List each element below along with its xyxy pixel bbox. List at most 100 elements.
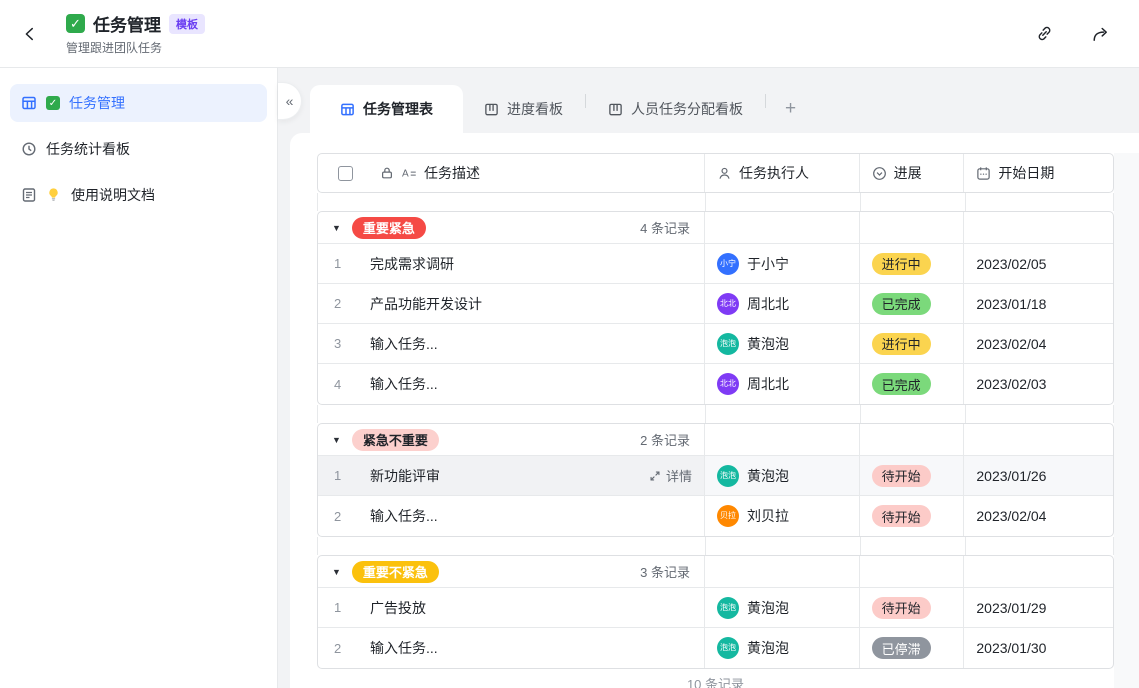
assignee-cell[interactable]: 泡泡黄泡泡 bbox=[705, 324, 860, 363]
column-progress[interactable]: 进展 bbox=[860, 154, 965, 192]
page-title: 任务管理 bbox=[93, 11, 161, 36]
avatar: 北北 bbox=[717, 293, 739, 315]
group-badge: 重要不紧急 bbox=[352, 561, 439, 583]
status-badge: 待开始 bbox=[872, 465, 931, 487]
column-assignee[interactable]: 任务执行人 bbox=[705, 154, 860, 192]
row-number: 2 bbox=[334, 296, 356, 311]
tab-separator bbox=[765, 94, 766, 108]
group-count: 4 条记录 bbox=[640, 218, 704, 237]
detail-expand-link[interactable]: 详情 bbox=[649, 466, 704, 485]
date-cell[interactable]: 2023/01/18 bbox=[964, 284, 1113, 323]
page-subtitle: 管理跟进团队任务 bbox=[66, 39, 205, 56]
status-cell[interactable]: 已停滞 bbox=[860, 628, 965, 668]
column-start-date[interactable]: 开始日期 bbox=[964, 154, 1113, 192]
table-row[interactable]: 3输入任务... 泡泡黄泡泡 进行中 2023/02/04 bbox=[318, 324, 1113, 364]
kanban-icon bbox=[608, 102, 623, 117]
assignee-name: 黄泡泡 bbox=[747, 598, 789, 618]
sidebar-item-label: 任务管理 bbox=[69, 93, 125, 113]
copy-link-button[interactable] bbox=[1033, 23, 1055, 45]
assignee-cell[interactable]: 北北周北北 bbox=[705, 284, 860, 323]
row-number: 1 bbox=[334, 600, 356, 615]
status-badge: 进行中 bbox=[872, 333, 931, 355]
tab-separator bbox=[585, 94, 586, 108]
table-row[interactable]: 1广告投放 泡泡黄泡泡 待开始 2023/01/29 bbox=[318, 588, 1113, 628]
status-badge: 已停滞 bbox=[872, 637, 931, 659]
table-row[interactable]: 4输入任务... 北北周北北 已完成 2023/02/03 bbox=[318, 364, 1113, 404]
date-value: 2023/01/29 bbox=[976, 600, 1046, 616]
status-badge: 已完成 bbox=[872, 293, 931, 315]
tab-progress-board[interactable]: 进度看板 bbox=[463, 85, 584, 133]
column-task-desc[interactable]: A 任务描述 bbox=[318, 154, 705, 192]
sidebar-item-usage-doc[interactable]: 使用说明文档 bbox=[10, 176, 267, 214]
assignee-cell[interactable]: 泡泡黄泡泡 bbox=[705, 588, 860, 627]
expand-icon bbox=[649, 470, 661, 482]
clock-icon bbox=[21, 141, 37, 157]
date-cell[interactable]: 2023/01/29 bbox=[964, 588, 1113, 627]
table-row[interactable]: 2产品功能开发设计 北北周北北 已完成 2023/01/18 bbox=[318, 284, 1113, 324]
date-cell[interactable]: 2023/01/26 bbox=[964, 456, 1113, 495]
date-value: 2023/01/18 bbox=[976, 296, 1046, 312]
avatar: 泡泡 bbox=[717, 597, 739, 619]
group-gap bbox=[317, 405, 1114, 423]
table-row[interactable]: 2输入任务... 贝拉刘贝拉 待开始 2023/02/04 bbox=[318, 496, 1113, 536]
table-row[interactable]: 1 完成需求调研 小宁于小宁 进行中 2023/02/05 bbox=[318, 244, 1113, 284]
view-tabbar: « 任务管理表 进度看板 bbox=[278, 68, 1139, 133]
single-select-icon bbox=[872, 166, 887, 181]
avatar: 泡泡 bbox=[717, 637, 739, 659]
check-emoji-icon: ✓ bbox=[46, 96, 60, 110]
sidebar-item-stats-dashboard[interactable]: 任务统计看板 bbox=[10, 130, 267, 168]
tab-label: 任务管理表 bbox=[363, 99, 433, 119]
table-row[interactable]: 1 新功能评审 详情 泡泡黄泡泡 待开始 2023/01/26 bbox=[318, 456, 1113, 496]
table-grid-icon bbox=[340, 102, 355, 117]
tab-label: 进度看板 bbox=[507, 99, 563, 119]
row-number: 1 bbox=[334, 468, 356, 483]
text-field-icon: A bbox=[402, 166, 417, 181]
tab-assignment-board[interactable]: 人员任务分配看板 bbox=[587, 85, 764, 133]
date-cell[interactable]: 2023/02/04 bbox=[964, 496, 1113, 536]
select-all-checkbox[interactable] bbox=[338, 166, 353, 181]
assignee-cell[interactable]: 小宁于小宁 bbox=[705, 244, 860, 283]
group-header[interactable]: ▼ 重要不紧急 3 条记录 bbox=[318, 556, 1113, 588]
person-icon bbox=[717, 166, 732, 181]
status-cell[interactable]: 已完成 bbox=[860, 364, 965, 404]
status-badge: 待开始 bbox=[872, 505, 931, 527]
assignee-cell[interactable]: 泡泡黄泡泡 bbox=[705, 456, 860, 495]
add-view-button[interactable]: + bbox=[767, 85, 814, 133]
collapse-triangle-icon[interactable]: ▼ bbox=[332, 435, 341, 445]
status-cell[interactable]: 已完成 bbox=[860, 284, 965, 323]
collapse-sidebar-button[interactable]: « bbox=[278, 82, 302, 120]
status-cell[interactable]: 待开始 bbox=[860, 588, 965, 627]
collapse-triangle-icon[interactable]: ▼ bbox=[332, 223, 341, 233]
sidebar-item-task-management[interactable]: ✓ 任务管理 bbox=[10, 84, 267, 122]
collapse-triangle-icon[interactable]: ▼ bbox=[332, 567, 341, 577]
column-label: 任务描述 bbox=[424, 163, 480, 183]
status-badge: 已完成 bbox=[872, 373, 931, 395]
avatar: 小宁 bbox=[717, 253, 739, 275]
group-header[interactable]: ▼ 紧急不重要 2 条记录 bbox=[318, 424, 1113, 456]
kanban-icon bbox=[484, 102, 499, 117]
task-name: 完成需求调研 bbox=[370, 254, 454, 274]
share-button[interactable] bbox=[1089, 23, 1111, 45]
lock-icon bbox=[380, 166, 395, 181]
back-button[interactable] bbox=[16, 20, 44, 48]
group-card-important-not-urgent: ▼ 重要不紧急 3 条记录 1广告投放 泡泡黄泡泡 待开始 2023/01/29 bbox=[317, 555, 1114, 669]
date-cell[interactable]: 2023/02/03 bbox=[964, 364, 1113, 404]
status-cell[interactable]: 进行中 bbox=[860, 324, 965, 363]
row-number: 1 bbox=[334, 256, 356, 271]
status-cell[interactable]: 待开始 bbox=[860, 456, 965, 495]
status-cell[interactable]: 进行中 bbox=[860, 244, 965, 283]
task-name: 输入任务... bbox=[370, 638, 438, 658]
date-cell[interactable]: 2023/02/05 bbox=[964, 244, 1113, 283]
status-cell[interactable]: 待开始 bbox=[860, 496, 965, 536]
grid-empty-area bbox=[1114, 153, 1139, 688]
assignee-cell[interactable]: 北北周北北 bbox=[705, 364, 860, 404]
date-cell[interactable]: 2023/02/04 bbox=[964, 324, 1113, 363]
assignee-cell[interactable]: 贝拉刘贝拉 bbox=[705, 496, 860, 536]
group-gap bbox=[317, 193, 1114, 211]
tab-task-table[interactable]: 任务管理表 bbox=[310, 85, 463, 133]
assignee-name: 周北北 bbox=[747, 294, 789, 314]
table-row[interactable]: 2输入任务... 泡泡黄泡泡 已停滞 2023/01/30 bbox=[318, 628, 1113, 668]
group-header[interactable]: ▼ 重要紧急 4 条记录 bbox=[318, 212, 1113, 244]
date-cell[interactable]: 2023/01/30 bbox=[964, 628, 1113, 668]
assignee-cell[interactable]: 泡泡黄泡泡 bbox=[705, 628, 860, 668]
